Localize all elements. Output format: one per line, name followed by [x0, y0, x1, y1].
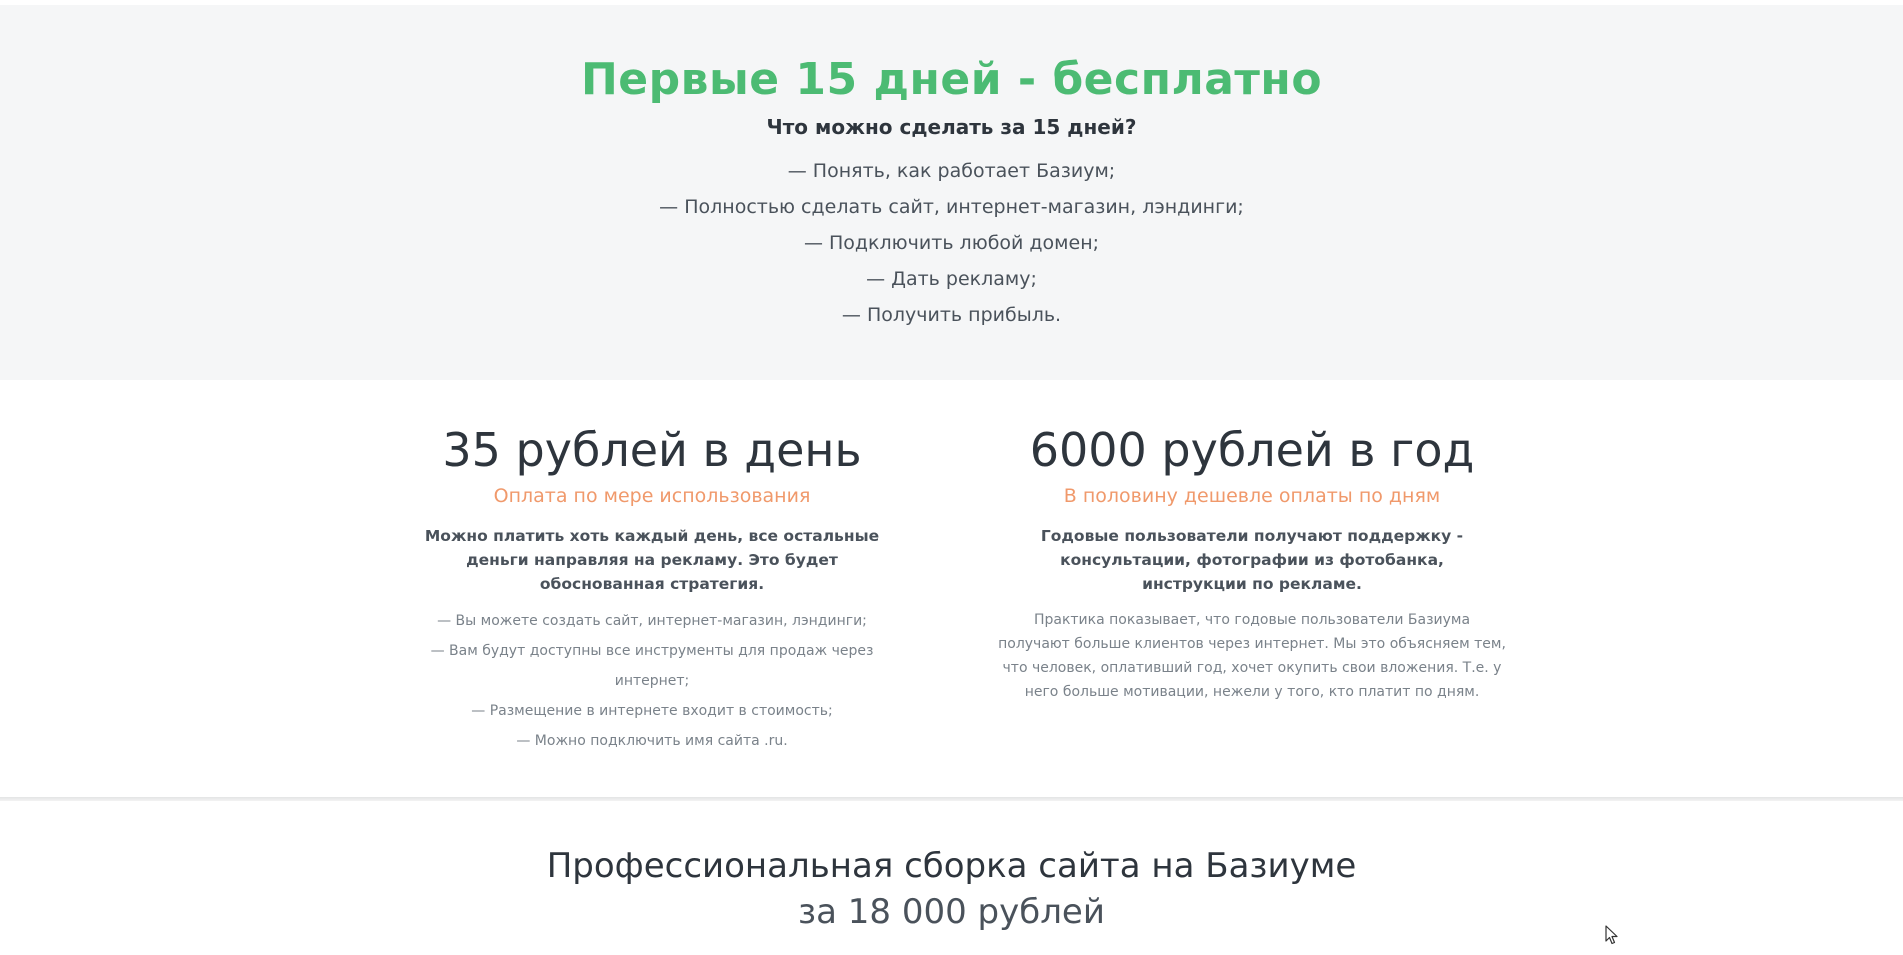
- assembly-title: Профессиональная сборка сайта на Базиуме: [546, 846, 1357, 886]
- list-item: — Подключить любой домен;: [803, 232, 1100, 254]
- free-trial-section: Первые 15 дней - бесплатно Что можно сде…: [0, 5, 1903, 380]
- free-trial-subtitle: Что можно сделать за 15 дней?: [766, 115, 1137, 139]
- free-trial-list: — Понять, как работает Базиум; — Полност…: [0, 153, 1903, 333]
- daily-plan-lead: Можно платить хоть каждый день, все оста…: [424, 527, 880, 593]
- list-item: — Полностью сделать сайт, интернет-магаз…: [659, 196, 1244, 218]
- list-item: — Понять, как работает Базиум;: [787, 160, 1116, 182]
- list-item: — Дать рекламу;: [866, 268, 1037, 290]
- daily-plan: 35 рублей в день Оплата по мере использо…: [392, 380, 912, 756]
- pricing-plans-section: 35 рублей в день Оплата по мере использо…: [0, 380, 1903, 798]
- list-item: — Можно подключить имя сайта .ru.: [516, 733, 788, 749]
- yearly-plan-lead: Годовые пользователи получают поддержку …: [1040, 527, 1464, 593]
- daily-plan-features: — Вы можете создать сайт, интернет-магаз…: [392, 606, 912, 756]
- yearly-plan: 6000 рублей в год В половину дешевле опл…: [992, 380, 1512, 704]
- list-item: — Вы можете создать сайт, интернет-магаз…: [437, 613, 867, 629]
- list-item: — Получить прибыль.: [841, 304, 1062, 326]
- yearly-plan-description: Практика показывает, что годовые пользов…: [998, 612, 1506, 700]
- daily-plan-title: 35 рублей в день: [442, 423, 862, 477]
- yearly-plan-title: 6000 рублей в год: [1029, 423, 1475, 477]
- list-item: — Размещение в интернете входит в стоимо…: [471, 703, 833, 719]
- daily-plan-subtitle: Оплата по мере использования: [493, 485, 811, 507]
- list-item: — Вам будут доступны все инструменты для…: [430, 643, 874, 689]
- mouse-pointer-icon: [1605, 925, 1618, 945]
- yearly-plan-subtitle: В половину дешевле оплаты по дням: [1063, 485, 1441, 507]
- free-trial-title: Первые 15 дней - бесплатно: [580, 54, 1323, 105]
